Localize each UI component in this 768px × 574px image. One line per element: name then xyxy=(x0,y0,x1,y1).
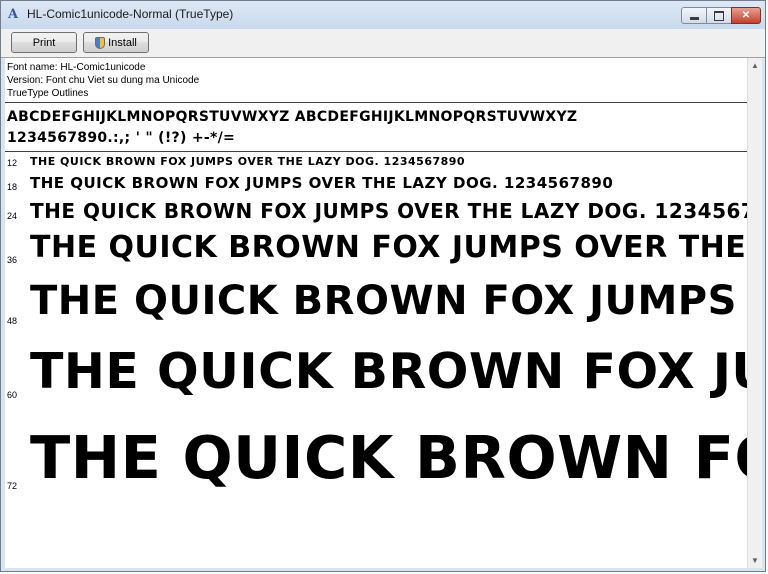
close-icon: ✕ xyxy=(741,10,751,21)
font-preview-pane[interactable]: Font name: HL-Comic1unicode Version: Fon… xyxy=(5,58,749,568)
font-viewer-window: A HL-Comic1unicode-Normal (TrueType) ✕ P… xyxy=(0,0,766,572)
size-label: 72 xyxy=(7,481,18,491)
sample-text: THE QUICK BROWN FOX JUMPS OVER THE LAZY … xyxy=(30,423,749,492)
print-button[interactable]: Print xyxy=(11,32,77,53)
shield-icon xyxy=(95,36,106,49)
font-viewer-icon: A xyxy=(8,7,19,22)
size-label: 24 xyxy=(7,211,18,221)
scroll-up-icon[interactable]: ▲ xyxy=(748,58,762,73)
minimize-button[interactable] xyxy=(681,7,707,24)
install-button[interactable]: Install xyxy=(83,32,149,53)
charset-letters: ABCDEFGHIJKLMNOPQRSTUVWXYZ ABCDEFGHIJKLM… xyxy=(7,109,578,125)
vertical-scrollbar[interactable]: ▲ ▼ xyxy=(747,58,762,568)
size-label: 60 xyxy=(7,390,18,400)
size-label: 12 xyxy=(7,158,18,168)
font-info: Font name: HL-Comic1unicode Version: Fon… xyxy=(7,61,199,100)
title-bar[interactable]: A HL-Comic1unicode-Normal (TrueType) ✕ xyxy=(1,1,765,29)
size-label: 36 xyxy=(7,255,18,265)
caption-buttons: ✕ xyxy=(681,7,761,24)
scroll-down-icon[interactable]: ▼ xyxy=(748,553,762,568)
font-version-line: Version: Font chu Viet su dung ma Unicod… xyxy=(7,75,200,86)
sample-text: THE QUICK BROWN FOX JUMPS OVER THE LAZY … xyxy=(30,278,749,324)
font-name-line: Font name: HL-Comic1unicode xyxy=(7,62,146,73)
maximize-button[interactable] xyxy=(706,7,732,24)
divider xyxy=(5,102,749,103)
sample-text: THE QUICK BROWN FOX JUMPS OVER THE LAZY … xyxy=(30,199,749,223)
toolbar: Print Install xyxy=(1,29,765,58)
charset-digits: 1234567890.:,; ' " (!?) +-*/= xyxy=(7,130,236,146)
print-button-label: Print xyxy=(32,36,56,49)
maximize-icon xyxy=(714,10,724,21)
size-label: 48 xyxy=(7,316,18,326)
sample-text: THE QUICK BROWN FOX JUMPS OVER THE LAZY … xyxy=(30,174,614,192)
window-title: HL-Comic1unicode-Normal (TrueType) xyxy=(27,7,234,21)
font-outline-line: TrueType Outlines xyxy=(7,88,89,99)
sample-text: THE QUICK BROWN FOX JUMPS OVER THE LAZY … xyxy=(30,155,466,168)
sample-text: THE QUICK BROWN FOX JUMPS OVER THE LAZY … xyxy=(30,230,749,265)
install-button-label: Install xyxy=(108,36,137,49)
close-button[interactable]: ✕ xyxy=(731,7,761,24)
sample-text: THE QUICK BROWN FOX JUMPS OVER THE LAZY … xyxy=(30,343,749,400)
minimize-icon xyxy=(689,16,699,20)
divider xyxy=(5,151,749,152)
size-label: 18 xyxy=(7,182,18,192)
